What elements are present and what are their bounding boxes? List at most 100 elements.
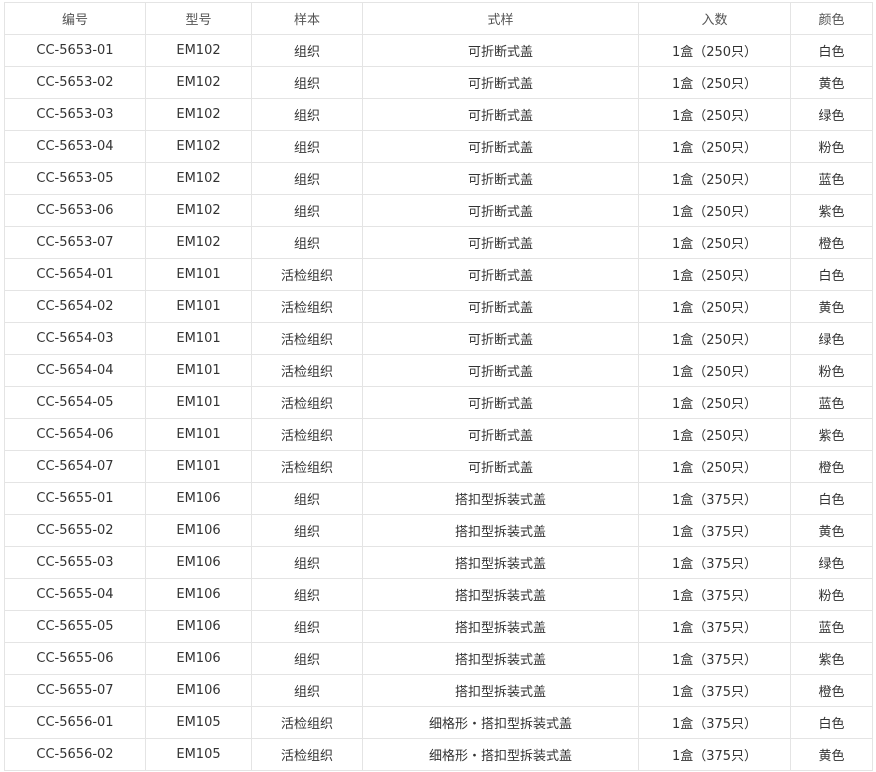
header-row: 编号 型号 样本 式样 入数 颜色 bbox=[4, 2, 873, 35]
cell-code: CC-5654-04 bbox=[4, 354, 146, 387]
cell-model: EM102 bbox=[145, 98, 252, 131]
cell-code: CC-5653-06 bbox=[4, 194, 146, 227]
cell-code: CC-5654-02 bbox=[4, 290, 146, 323]
cell-code: CC-5653-07 bbox=[4, 226, 146, 259]
cell-model: EM102 bbox=[145, 66, 252, 99]
product-table: 编号 型号 样本 式样 入数 颜色 CC-5653-01 EM102 组织 可折断式盖… bbox=[4, 2, 873, 771]
table-row: CC-5655-03 EM106 组织 搭扣型拆装式盖 1盒（375只） 绿色 bbox=[4, 546, 873, 579]
cell-model: EM101 bbox=[145, 290, 252, 323]
cell-sample: 组织 bbox=[251, 130, 363, 163]
cell-sample: 活检组织 bbox=[251, 706, 363, 739]
cell-style: 可折断式盖 bbox=[362, 322, 639, 355]
table-row: CC-5654-01 EM101 活检组织 可折断式盖 1盒（250只） 白色 bbox=[4, 258, 873, 291]
cell-quantity: 1盒（375只） bbox=[638, 578, 791, 611]
cell-style: 搭扣型拆装式盖 bbox=[362, 674, 639, 707]
cell-color: 粉色 bbox=[790, 578, 873, 611]
cell-color: 绿色 bbox=[790, 546, 873, 579]
cell-sample: 组织 bbox=[251, 642, 363, 675]
cell-code: CC-5653-04 bbox=[4, 130, 146, 163]
table-row: CC-5656-01 EM105 活检组织 细格形・搭扣型拆装式盖 1盒（375只） 白色 bbox=[4, 706, 873, 739]
cell-color: 橙色 bbox=[790, 674, 873, 707]
cell-quantity: 1盒（250只） bbox=[638, 130, 791, 163]
cell-quantity: 1盒（250只） bbox=[638, 354, 791, 387]
cell-style: 搭扣型拆装式盖 bbox=[362, 546, 639, 579]
table-row: CC-5654-03 EM101 活检组织 可折断式盖 1盒（250只） 绿色 bbox=[4, 322, 873, 355]
cell-quantity: 1盒（250只） bbox=[638, 418, 791, 451]
cell-sample: 组织 bbox=[251, 34, 363, 67]
cell-color: 蓝色 bbox=[790, 162, 873, 195]
cell-sample: 活检组织 bbox=[251, 258, 363, 291]
cell-style: 细格形・搭扣型拆装式盖 bbox=[362, 706, 639, 739]
cell-quantity: 1盒（250只） bbox=[638, 258, 791, 291]
cell-code: CC-5656-01 bbox=[4, 706, 146, 739]
cell-color: 橙色 bbox=[790, 450, 873, 483]
cell-sample: 组织 bbox=[251, 162, 363, 195]
cell-model: EM101 bbox=[145, 386, 252, 419]
cell-quantity: 1盒（250只） bbox=[638, 290, 791, 323]
table-row: CC-5654-04 EM101 活检组织 可折断式盖 1盒（250只） 粉色 bbox=[4, 354, 873, 387]
table-row: CC-5655-06 EM106 组织 搭扣型拆装式盖 1盒（375只） 紫色 bbox=[4, 642, 873, 675]
cell-color: 橙色 bbox=[790, 226, 873, 259]
cell-style: 搭扣型拆装式盖 bbox=[362, 610, 639, 643]
cell-model: EM102 bbox=[145, 34, 252, 67]
cell-style: 搭扣型拆装式盖 bbox=[362, 578, 639, 611]
cell-code: CC-5654-07 bbox=[4, 450, 146, 483]
cell-code: CC-5653-03 bbox=[4, 98, 146, 131]
table-row: CC-5653-01 EM102 组织 可折断式盖 1盒（250只） 白色 bbox=[4, 34, 873, 67]
cell-model: EM106 bbox=[145, 578, 252, 611]
cell-model: EM105 bbox=[145, 706, 252, 739]
cell-code: CC-5654-01 bbox=[4, 258, 146, 291]
table-header: 编号 型号 样本 式样 入数 颜色 bbox=[4, 2, 873, 35]
cell-sample: 活检组织 bbox=[251, 322, 363, 355]
cell-sample: 活检组织 bbox=[251, 418, 363, 451]
table-row: CC-5655-02 EM106 组织 搭扣型拆装式盖 1盒（375只） 黄色 bbox=[4, 514, 873, 547]
cell-quantity: 1盒（375只） bbox=[638, 482, 791, 515]
table-row: CC-5653-04 EM102 组织 可折断式盖 1盒（250只） 粉色 bbox=[4, 130, 873, 163]
cell-style: 搭扣型拆装式盖 bbox=[362, 514, 639, 547]
cell-code: CC-5653-02 bbox=[4, 66, 146, 99]
cell-quantity: 1盒（250只） bbox=[638, 66, 791, 99]
cell-model: EM101 bbox=[145, 322, 252, 355]
cell-color: 黄色 bbox=[790, 290, 873, 323]
cell-color: 绿色 bbox=[790, 322, 873, 355]
cell-style: 细格形・搭扣型拆装式盖 bbox=[362, 738, 639, 771]
cell-code: CC-5655-01 bbox=[4, 482, 146, 515]
cell-color: 黄色 bbox=[790, 738, 873, 771]
cell-style: 搭扣型拆装式盖 bbox=[362, 642, 639, 675]
table-row: CC-5653-07 EM102 组织 可折断式盖 1盒（250只） 橙色 bbox=[4, 226, 873, 259]
cell-style: 可折断式盖 bbox=[362, 98, 639, 131]
cell-quantity: 1盒（250只） bbox=[638, 34, 791, 67]
cell-quantity: 1盒（375只） bbox=[638, 610, 791, 643]
cell-model: EM101 bbox=[145, 354, 252, 387]
cell-code: CC-5653-01 bbox=[4, 34, 146, 67]
table-row: CC-5656-02 EM105 活检组织 细格形・搭扣型拆装式盖 1盒（375只） 黄色 bbox=[4, 738, 873, 771]
header-quantity: 入数 bbox=[638, 2, 791, 35]
cell-color: 黄色 bbox=[790, 514, 873, 547]
table-row: CC-5654-06 EM101 活检组织 可折断式盖 1盒（250只） 紫色 bbox=[4, 418, 873, 451]
cell-quantity: 1盒（375只） bbox=[638, 546, 791, 579]
table-body: CC-5653-01 EM102 组织 可折断式盖 1盒（250只） 白色 CC-5653-… bbox=[4, 34, 873, 771]
table-row: CC-5653-06 EM102 组织 可折断式盖 1盒（250只） 紫色 bbox=[4, 194, 873, 227]
header-model: 型号 bbox=[145, 2, 252, 35]
cell-model: EM102 bbox=[145, 162, 252, 195]
table-row: CC-5655-07 EM106 组织 搭扣型拆装式盖 1盒（375只） 橙色 bbox=[4, 674, 873, 707]
cell-color: 粉色 bbox=[790, 130, 873, 163]
cell-quantity: 1盒（250只） bbox=[638, 98, 791, 131]
cell-style: 搭扣型拆装式盖 bbox=[362, 482, 639, 515]
cell-model: EM106 bbox=[145, 674, 252, 707]
table-row: CC-5655-05 EM106 组织 搭扣型拆装式盖 1盒（375只） 蓝色 bbox=[4, 610, 873, 643]
cell-model: EM101 bbox=[145, 450, 252, 483]
cell-code: CC-5655-02 bbox=[4, 514, 146, 547]
cell-sample: 活检组织 bbox=[251, 386, 363, 419]
table-row: CC-5654-07 EM101 活检组织 可折断式盖 1盒（250只） 橙色 bbox=[4, 450, 873, 483]
table-row: CC-5654-05 EM101 活检组织 可折断式盖 1盒（250只） 蓝色 bbox=[4, 386, 873, 419]
table-row: CC-5654-02 EM101 活检组织 可折断式盖 1盒（250只） 黄色 bbox=[4, 290, 873, 323]
cell-model: EM106 bbox=[145, 482, 252, 515]
cell-code: CC-5655-03 bbox=[4, 546, 146, 579]
header-style: 式样 bbox=[362, 2, 639, 35]
cell-style: 可折断式盖 bbox=[362, 34, 639, 67]
cell-color: 白色 bbox=[790, 482, 873, 515]
cell-style: 可折断式盖 bbox=[362, 226, 639, 259]
cell-color: 黄色 bbox=[790, 66, 873, 99]
cell-color: 粉色 bbox=[790, 354, 873, 387]
